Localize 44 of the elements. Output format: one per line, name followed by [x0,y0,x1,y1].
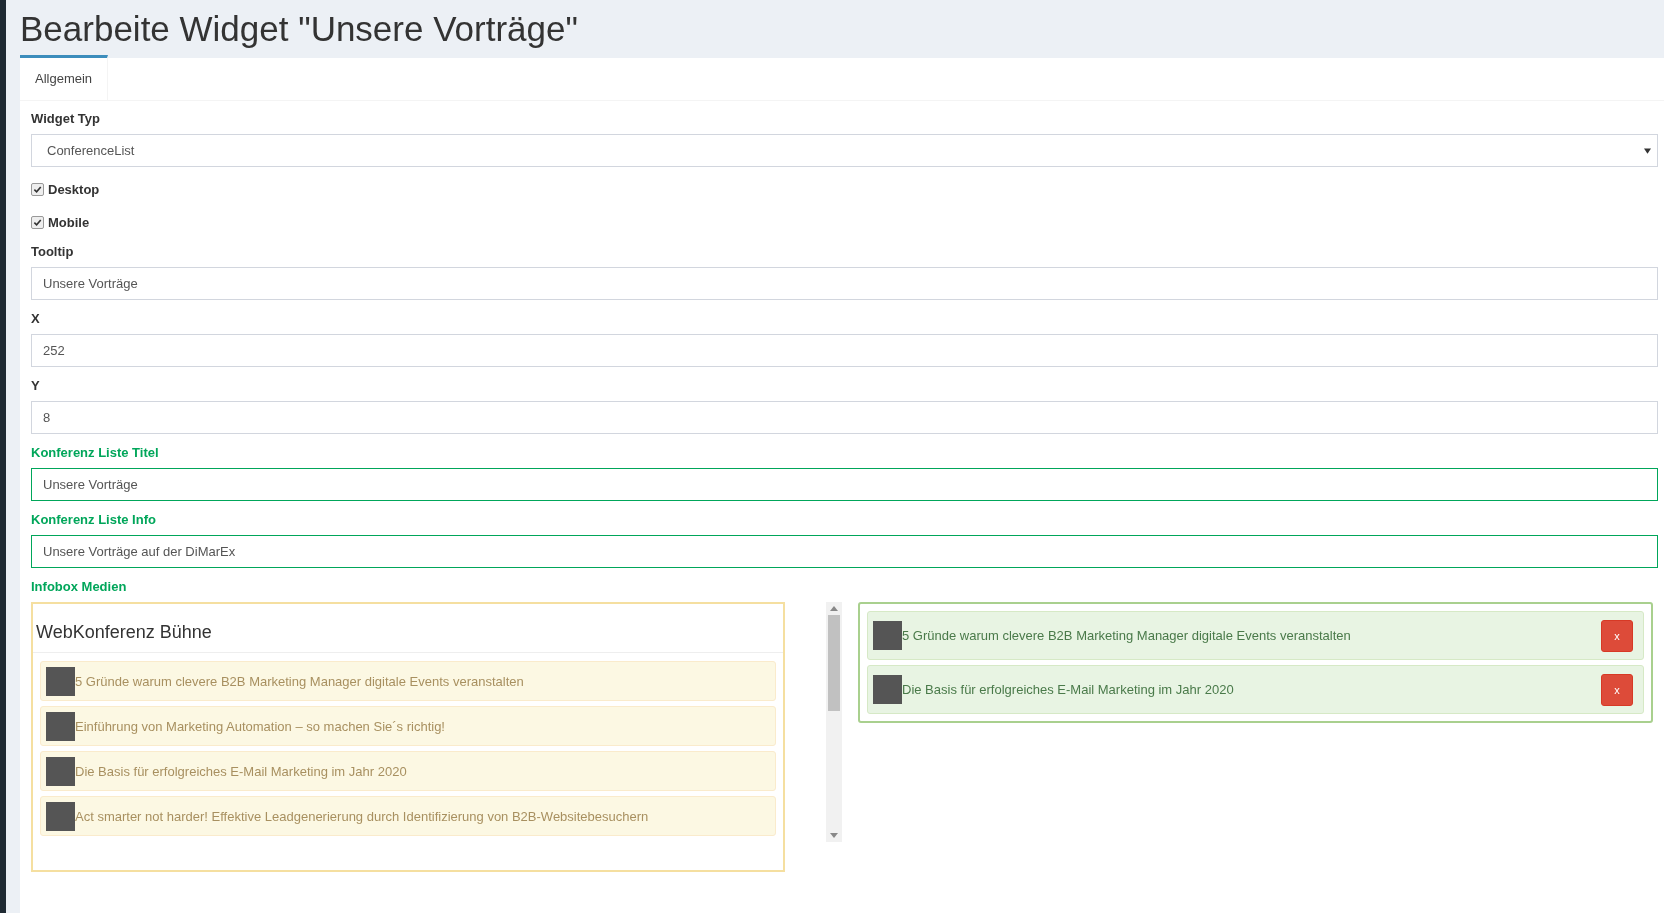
caret-icon [1644,147,1651,154]
field-label: Y [31,378,41,393]
item-title: Die Basis für erfolgreiches E-Mail Marketing im Jahr 2020 [75,763,408,779]
item-title: Act smarter not harder! Effektive Leadgenerierung durch Identifizierung von B2B-Websitebesuchern [75,808,650,824]
selected-media-item[interactable]: 5 Gründe warum clevere B2B Marketing Manager digitale Events veranstalten x [867,611,1644,660]
field-label: Widget Typ [31,111,101,126]
checkbox[interactable] [31,182,44,196]
page-title: Bearbeite Widget "Unsere Vorträge" [20,8,579,50]
tab[interactable]: Allgemein [20,55,109,100]
field-label: X [31,311,41,326]
item-title: 5 Gründe warum clevere B2B Marketing Manager digitale Events veranstalten [75,673,525,689]
input-field[interactable]: Unsere Vorträge [31,267,1658,300]
field-label: Infobox Medien [31,579,128,594]
photo-placeholder [46,666,75,696]
checkbox[interactable] [31,215,44,229]
input-field[interactable]: 8 [31,401,1658,434]
item-title: Die Basis für erfolgreiches E-Mail Marketing im Jahr 2020 [902,682,1235,697]
checkbox-label: Desktop [48,181,100,197]
panel-heading: WebKonferenz Bühne [33,604,783,653]
field-label: Tooltip [31,244,75,259]
field-label: Konferenz Liste Titel [31,445,160,460]
remove-button[interactable]: x [1601,673,1633,706]
photo-placeholder [873,621,902,650]
field-label: Konferenz Liste Info [31,512,157,527]
photo-placeholder [46,801,75,831]
input-field[interactable]: 252 [31,334,1658,367]
scrollbar-thumb[interactable] [828,615,840,711]
scroll-down-icon[interactable] [830,833,838,838]
media-item[interactable]: 5 Gründe warum clevere B2B Marketing Manager digitale Events veranstalten [40,661,776,701]
scrollbar[interactable] [826,602,842,842]
media-item[interactable]: Act smarter not harder! Effektive Leadgenerierung durch Identifizierung von B2B-Websitebesuchern [40,796,776,836]
photo-placeholder [46,711,75,741]
remove-button[interactable]: x [1601,619,1633,652]
photo-placeholder [46,756,75,786]
media-item[interactable]: Die Basis für erfolgreiches E-Mail Marketing im Jahr 2020 [40,751,776,791]
item-title: Einführung von Marketing Automation – so machen Sie´s richtig! [75,718,446,734]
item-title: 5 Gründe warum clevere B2B Marketing Manager digitale Events veranstalten [902,628,1352,643]
input-field[interactable]: Unsere Vorträge auf der DiMarEx [31,535,1658,568]
media-item[interactable]: Einführung von Marketing Automation – so machen Sie´s richtig! [40,706,776,746]
photo-placeholder [873,675,902,704]
input-field[interactable]: Unsere Vorträge [31,468,1658,501]
selected-media-item[interactable]: Die Basis für erfolgreiches E-Mail Marketing im Jahr 2020 x [867,665,1644,714]
checkbox-label: Mobile [48,214,90,230]
dropdown[interactable]: ConferenceList [31,134,1658,167]
